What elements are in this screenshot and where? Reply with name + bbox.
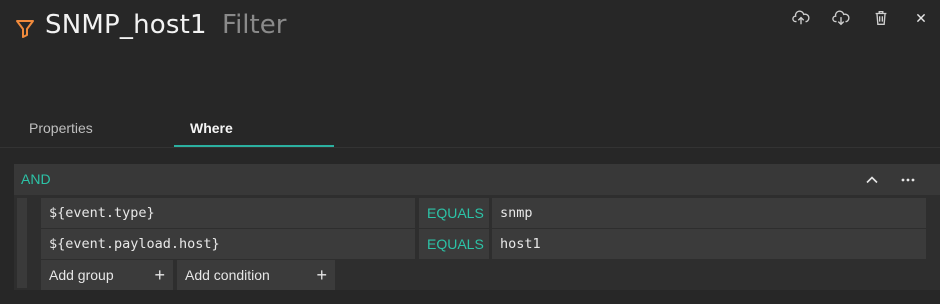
- group-operator-label[interactable]: AND: [21, 164, 51, 195]
- condition-row: ${event.type} EQUALS snmp: [41, 198, 926, 228]
- header-actions: [790, 7, 932, 29]
- condition-field[interactable]: ${event.type}: [41, 198, 415, 228]
- close-icon[interactable]: [910, 7, 932, 29]
- condition-operator[interactable]: EQUALS: [419, 198, 489, 228]
- condition-operator[interactable]: EQUALS: [419, 229, 489, 259]
- add-condition-label: Add condition: [185, 267, 270, 283]
- header: SNMP_host1 Filter: [0, 0, 940, 60]
- active-tab-indicator: [174, 145, 334, 147]
- plus-icon: +: [154, 265, 165, 285]
- upload-icon[interactable]: [790, 7, 812, 29]
- condition-field[interactable]: ${event.payload.host}: [41, 229, 415, 259]
- filter-icon: [14, 17, 36, 39]
- condition-value[interactable]: host1: [492, 229, 926, 259]
- add-group-label: Add group: [49, 267, 114, 283]
- page-title: SNMP_host1: [45, 10, 207, 40]
- condition-row: ${event.payload.host} EQUALS host1: [41, 229, 926, 259]
- collapse-icon[interactable]: [860, 168, 884, 192]
- more-options-icon[interactable]: [896, 168, 920, 192]
- add-condition-button[interactable]: Add condition +: [177, 260, 335, 290]
- tab-where[interactable]: Where: [190, 110, 233, 146]
- tab-bar: Properties Where: [0, 110, 940, 148]
- group-rail: [17, 198, 27, 288]
- trash-icon[interactable]: [870, 7, 892, 29]
- plus-icon: +: [316, 265, 327, 285]
- add-group-button[interactable]: Add group +: [41, 260, 173, 290]
- condition-value[interactable]: snmp: [492, 198, 926, 228]
- group-operator-bar: AND: [14, 164, 940, 195]
- tab-properties[interactable]: Properties: [29, 110, 93, 146]
- download-icon[interactable]: [830, 7, 852, 29]
- condition-group-panel: AND ${event.type} EQUALS snmp ${event.pa…: [14, 164, 940, 290]
- page-subtitle: Filter: [222, 10, 287, 40]
